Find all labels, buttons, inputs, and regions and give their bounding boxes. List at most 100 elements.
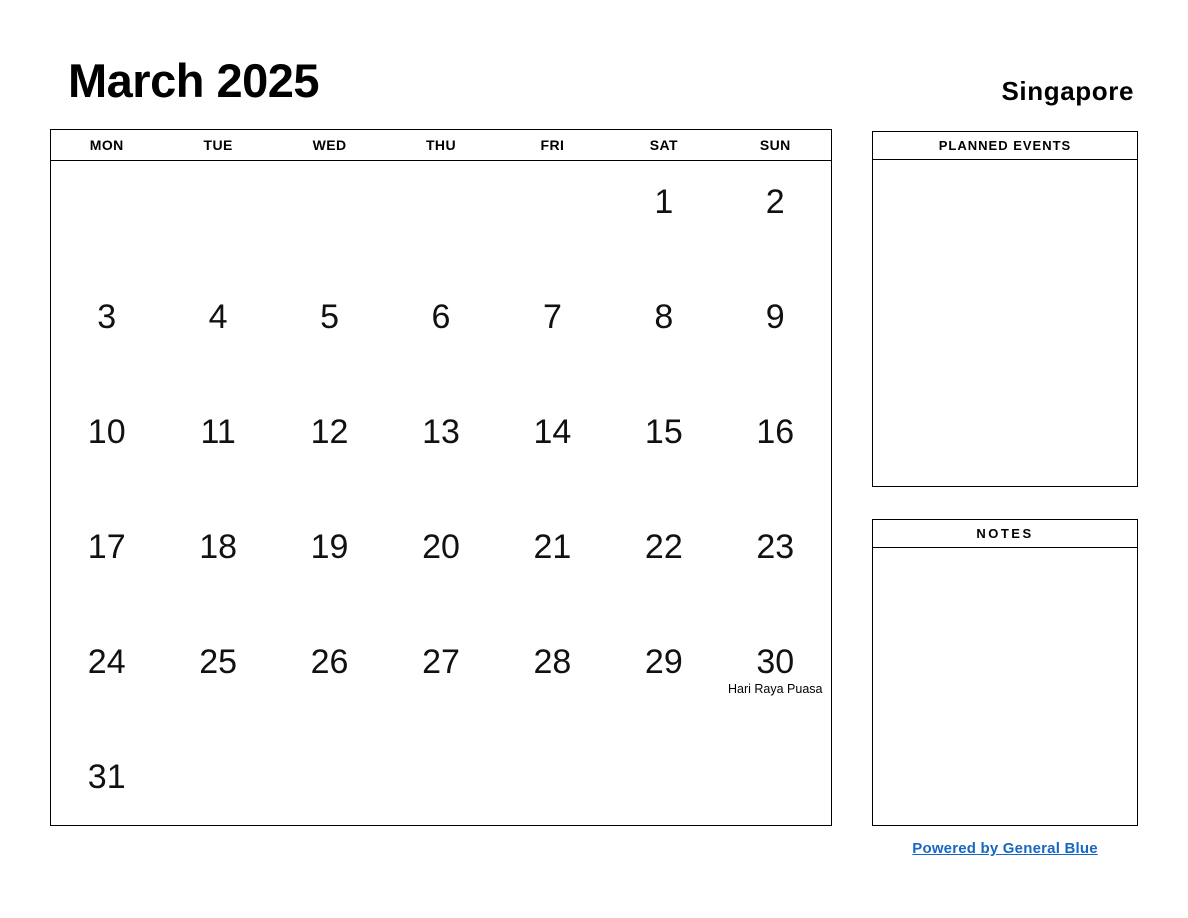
weekday-header-wed: WED (312, 137, 347, 153)
day-number: 5 (320, 298, 340, 336)
day-cell[interactable]: 6 (385, 276, 496, 391)
day-cell[interactable] (162, 736, 273, 831)
day-number: 24 (87, 643, 126, 681)
day-number: 28 (533, 643, 572, 681)
day-cell[interactable]: 27 (385, 621, 496, 736)
day-number: 26 (310, 643, 349, 681)
day-cell[interactable]: 20 (385, 506, 496, 621)
day-cell[interactable]: 7 (497, 276, 608, 391)
day-number: 30 (756, 643, 795, 681)
calendar-week-row: 3 4 5 6 7 8 9 (51, 276, 831, 391)
day-cell[interactable]: 25 (162, 621, 273, 736)
day-number: 19 (310, 528, 349, 566)
day-number: 21 (533, 528, 572, 566)
day-number: 14 (533, 413, 572, 451)
day-number: 3 (97, 298, 117, 336)
notes-title: NOTES (873, 520, 1137, 548)
weekday-header-row: MON TUE WED THU FRI SAT SUN (51, 130, 831, 161)
planned-events-title: PLANNED EVENTS (873, 132, 1137, 160)
powered-by-link[interactable]: Powered by General Blue (912, 840, 1098, 857)
notes-writing-area[interactable] (873, 548, 1137, 825)
day-cell[interactable]: 9 (720, 276, 831, 391)
day-cell[interactable]: 14 (497, 391, 608, 506)
day-event-label: Hari Raya Puasa (727, 682, 823, 696)
weekday-header-mon: MON (89, 137, 124, 153)
day-cell[interactable]: 1 (608, 161, 719, 276)
calendar-weeks: 1 2 3 4 5 6 7 8 9 10 11 12 13 14 15 16 1… (51, 161, 831, 831)
day-cell[interactable] (274, 736, 385, 831)
day-cell[interactable]: 2 (720, 161, 831, 276)
day-cell[interactable]: 3 (51, 276, 162, 391)
calendar-week-row: 17 18 19 20 21 22 23 (51, 506, 831, 621)
country-label: Singapore (1001, 76, 1134, 106)
day-cell-holiday[interactable]: 30 Hari Raya Puasa (720, 621, 831, 736)
day-number: 13 (422, 413, 460, 451)
weekday-header-fri: FRI (540, 137, 565, 153)
day-cell[interactable]: 21 (497, 506, 608, 621)
calendar-week-row: 24 25 26 27 28 29 30 Hari Raya Puasa (51, 621, 831, 736)
day-number: 8 (654, 298, 674, 336)
day-number: 23 (756, 528, 795, 566)
day-cell[interactable] (274, 161, 385, 276)
day-cell[interactable] (720, 736, 831, 831)
day-cell[interactable]: 22 (608, 506, 719, 621)
calendar-week-row: 10 11 12 13 14 15 16 (51, 391, 831, 506)
day-cell[interactable]: 13 (385, 391, 496, 506)
planned-events-panel: PLANNED EVENTS (872, 131, 1138, 487)
day-number: 7 (542, 298, 562, 336)
planned-events-writing-area[interactable] (873, 160, 1137, 486)
day-cell[interactable] (608, 736, 719, 831)
day-number: 16 (756, 413, 795, 451)
day-cell[interactable]: 8 (608, 276, 719, 391)
day-number: 1 (654, 183, 674, 221)
day-cell[interactable]: 5 (274, 276, 385, 391)
day-cell[interactable]: 12 (274, 391, 385, 506)
day-cell[interactable] (497, 736, 608, 831)
day-cell[interactable] (497, 161, 608, 276)
day-cell[interactable]: 26 (274, 621, 385, 736)
day-cell[interactable]: 18 (162, 506, 273, 621)
page-header: March 2025 Singapore (0, 0, 1188, 128)
day-cell[interactable]: 11 (162, 391, 273, 506)
calendar-week-row: 1 2 (51, 161, 831, 276)
day-number: 6 (431, 298, 451, 336)
day-number: 9 (765, 298, 785, 336)
day-number: 20 (422, 528, 460, 566)
day-number: 12 (310, 413, 349, 451)
day-number: 31 (87, 758, 126, 796)
day-cell[interactable]: 10 (51, 391, 162, 506)
day-cell[interactable]: 19 (274, 506, 385, 621)
weekday-header-thu: THU (425, 137, 456, 153)
notes-panel: NOTES (872, 519, 1138, 826)
day-number: 29 (644, 643, 683, 681)
weekday-header-tue: TUE (203, 137, 233, 153)
day-number: 25 (199, 643, 238, 681)
day-cell[interactable]: 24 (51, 621, 162, 736)
day-cell[interactable]: 28 (497, 621, 608, 736)
calendar-week-row: 31 (51, 736, 831, 831)
day-cell[interactable]: 29 (608, 621, 719, 736)
day-cell[interactable]: 31 (51, 736, 162, 831)
day-cell[interactable] (385, 736, 496, 831)
day-cell[interactable]: 17 (51, 506, 162, 621)
day-number: 4 (208, 298, 228, 336)
day-number: 18 (199, 528, 238, 566)
day-cell[interactable]: 23 (720, 506, 831, 621)
day-cell[interactable] (385, 161, 496, 276)
calendar-grid: MON TUE WED THU FRI SAT SUN 1 2 3 4 5 6 … (50, 129, 832, 826)
day-number: 17 (87, 528, 126, 566)
day-cell[interactable]: 4 (162, 276, 273, 391)
day-number: 15 (644, 413, 683, 451)
day-number: 27 (422, 643, 460, 681)
weekday-header-sat: SAT (649, 137, 678, 153)
day-cell[interactable] (51, 161, 162, 276)
day-number: 22 (644, 528, 683, 566)
footer: Powered by General Blue (872, 840, 1138, 858)
day-number: 2 (765, 183, 785, 221)
page-title: March 2025 (68, 54, 320, 107)
day-number: 11 (200, 413, 236, 451)
day-number: 10 (87, 413, 126, 451)
day-cell[interactable]: 15 (608, 391, 719, 506)
day-cell[interactable] (162, 161, 273, 276)
day-cell[interactable]: 16 (720, 391, 831, 506)
